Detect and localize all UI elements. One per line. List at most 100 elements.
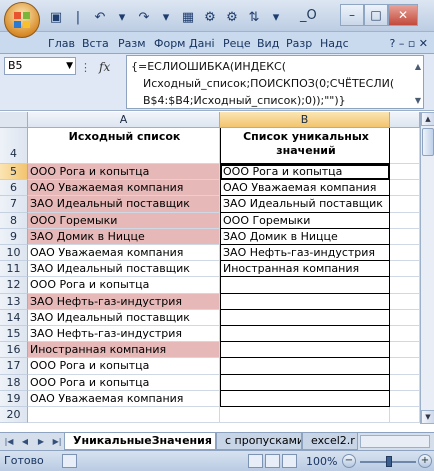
cell[interactable] (390, 128, 420, 164)
scroll-down-icon[interactable]: ▼ (421, 410, 434, 424)
sheet-tab-unique-values[interactable]: УникальныеЗначения (64, 433, 216, 450)
unique-list-cell[interactable] (220, 326, 390, 343)
unique-list-cell[interactable]: ЗАО Идеальный поставщик (220, 196, 390, 213)
row-header[interactable]: 20 (0, 407, 28, 424)
cell[interactable] (390, 245, 420, 262)
tab-addins[interactable]: Надс (320, 35, 352, 53)
cell[interactable] (390, 212, 420, 229)
dropdown-icon[interactable]: ▾ (158, 9, 174, 25)
unique-list-cell[interactable] (220, 374, 390, 391)
page-break-view-icon[interactable] (282, 454, 297, 468)
undo-icon[interactable]: ↶ (92, 9, 108, 25)
row-header[interactable]: 5 (0, 164, 28, 181)
row-header[interactable]: 11 (0, 261, 28, 278)
cell[interactable] (390, 342, 420, 359)
source-list-cell[interactable]: ООО Рога и копытца (28, 164, 220, 181)
cell[interactable] (390, 180, 420, 197)
cell[interactable] (390, 374, 420, 391)
chevron-down-icon[interactable]: ▼ (66, 58, 73, 74)
last-sheet-icon[interactable]: ▶| (50, 435, 64, 448)
zoom-out-icon[interactable]: − (342, 454, 356, 468)
close-icon[interactable]: ✕ (388, 4, 418, 26)
source-list-cell[interactable]: ЗАО Нефть-газ-индустрия (28, 326, 220, 343)
row-header[interactable]: 9 (0, 228, 28, 245)
source-list-cell[interactable]: ООО Горемыки (28, 212, 220, 229)
source-list-cell[interactable]: ООО Рога и копытца (28, 277, 220, 294)
tab-data[interactable]: Дані (189, 35, 221, 53)
cell[interactable] (390, 228, 420, 245)
cell[interactable] (390, 390, 420, 407)
first-sheet-icon[interactable]: |◀ (2, 435, 16, 448)
expand-formula-icon[interactable]: ▲ ▼ (414, 58, 422, 108)
row-header[interactable]: 19 (0, 390, 28, 407)
source-list-cell[interactable]: ЗАО Домик в Ницце (28, 228, 220, 245)
column-header-a[interactable]: A (28, 112, 220, 128)
unique-list-cell[interactable] (220, 358, 390, 375)
unique-list-cell[interactable]: ЗАО Нефть-газ-индустрия (220, 245, 390, 262)
tab-home[interactable]: Глав (48, 35, 80, 53)
source-list-cell[interactable]: ЗАО Нефть-газ-индустрия (28, 293, 220, 310)
scroll-thumb[interactable] (422, 128, 434, 156)
unique-list-cell[interactable]: ЗАО Домик в Ницце (220, 228, 390, 245)
unique-list-cell[interactable]: Иностранная компания (220, 261, 390, 278)
row-header[interactable]: 13 (0, 293, 28, 310)
column-header-b[interactable]: B (220, 112, 390, 128)
zoom-in-icon[interactable]: + (418, 454, 432, 468)
office-button[interactable] (4, 2, 40, 38)
normal-view-icon[interactable] (248, 454, 263, 468)
source-list-cell[interactable]: ОАО Уважаемая компания (28, 180, 220, 197)
source-list-cell[interactable]: ЗАО Идеальный поставщик (28, 261, 220, 278)
settings-icon[interactable]: ⚙ (224, 9, 240, 25)
header-source-list[interactable]: Исходный список (28, 128, 220, 164)
unique-list-cell[interactable] (220, 293, 390, 310)
maximize-icon[interactable]: □ (364, 4, 388, 26)
macro-record-icon[interactable] (62, 454, 77, 468)
tab-view[interactable]: Вид (257, 35, 284, 53)
help-icon[interactable]: ? – ▫ ✕ (390, 37, 429, 50)
row-header[interactable]: 12 (0, 277, 28, 294)
cell[interactable] (390, 196, 420, 213)
source-list-cell[interactable]: ООО Рога и копытца (28, 358, 220, 375)
save-icon[interactable]: ▣ (48, 9, 64, 25)
row-header[interactable]: 17 (0, 358, 28, 375)
unique-list-cell[interactable]: ОАО Уважаемая компания (220, 180, 390, 197)
unique-list-cell[interactable] (220, 342, 390, 359)
header-unique-list[interactable]: Список уникальных значений (220, 128, 390, 164)
row-header[interactable]: 6 (0, 180, 28, 197)
cell[interactable] (390, 164, 420, 181)
source-list-cell[interactable]: ЗАО Идеальный поставщик (28, 196, 220, 213)
source-list-cell[interactable]: Иностранная компания (28, 342, 220, 359)
source-list-cell[interactable]: ОАО Уважаемая компания (28, 245, 220, 262)
tab-insert[interactable]: Вста (82, 35, 116, 53)
row-header[interactable]: 18 (0, 374, 28, 391)
unique-list-cell[interactable] (220, 407, 390, 424)
insert-function-icon[interactable]: fx (99, 60, 110, 74)
source-list-cell[interactable]: ЗАО Идеальный поставщик (28, 309, 220, 326)
cell[interactable] (390, 293, 420, 310)
sheet-tab-excel2[interactable]: excel2.r (302, 433, 358, 450)
unique-list-cell[interactable] (220, 277, 390, 294)
formula-input[interactable]: {=ЕСЛИОШИБКА(ИНДЕКС(Исходный_список;ПОИС… (126, 55, 424, 109)
minimize-icon[interactable]: – (340, 4, 364, 26)
zoom-level[interactable]: 100% (306, 455, 337, 468)
tab-formulas[interactable]: Форм (154, 35, 187, 53)
unique-list-cell[interactable] (220, 309, 390, 326)
source-list-cell[interactable] (28, 407, 220, 424)
scroll-up-icon[interactable]: ▲ (421, 112, 434, 126)
cell[interactable] (390, 407, 420, 424)
unique-list-cell[interactable]: ООО Горемыки (220, 212, 390, 229)
row-header[interactable]: 14 (0, 309, 28, 326)
unique-list-cell[interactable]: ООО Рога и копытца (220, 164, 390, 181)
select-all-corner[interactable] (0, 112, 28, 128)
horizontal-scrollbar[interactable] (360, 435, 430, 448)
cell[interactable] (390, 326, 420, 343)
cell[interactable] (390, 358, 420, 375)
source-list-cell[interactable]: ОАО Уважаемая компания (28, 390, 220, 407)
cell[interactable] (390, 261, 420, 278)
row-header[interactable]: 15 (0, 326, 28, 343)
row-header[interactable]: 4 (0, 128, 28, 164)
row-header[interactable]: 16 (0, 342, 28, 359)
gear-icon[interactable]: ⚙ (202, 9, 218, 25)
source-list-cell[interactable]: ООО Рога и копытца (28, 374, 220, 391)
sheet-tab-with-gaps[interactable]: с пропусками (216, 433, 302, 450)
